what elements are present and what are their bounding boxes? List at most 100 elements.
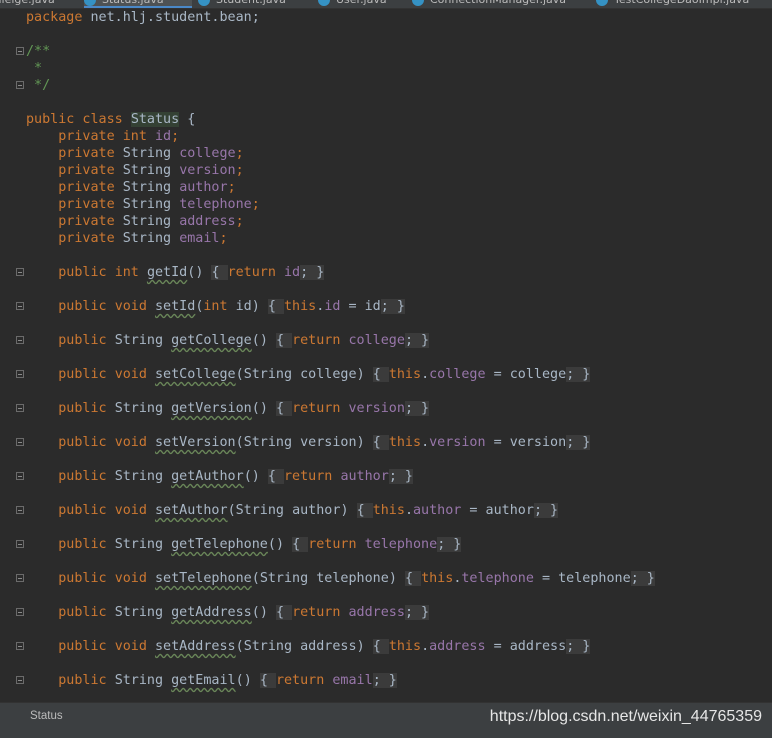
java-class-icon [412,0,424,6]
fold-marker-icon[interactable] [16,642,24,650]
method-line[interactable]: public String getCollege() { return coll… [26,332,430,349]
tab--lleige-java[interactable]: ...lleige.java [0,0,80,8]
fold-marker-icon[interactable] [16,676,24,684]
dot: . [421,435,430,450]
field-line[interactable]: private String author; [26,179,235,196]
status-tool-window-button[interactable]: Status [30,710,63,722]
fold-marker-icon[interactable] [16,506,24,514]
fold-close-brace: ; } [300,265,325,280]
fold-marker-icon[interactable] [16,540,24,548]
tab-connectionmanager-java[interactable]: ConnectionManager.java [412,0,592,8]
field-name: author [340,469,389,484]
method-line[interactable]: public String getVersion() { return vers… [26,400,430,417]
fold-marker-icon[interactable] [16,608,24,616]
method-line[interactable]: public String getAuthor() { return autho… [26,468,413,485]
package-name: net.hlj.student.bean; [82,10,260,25]
field-line[interactable]: private String college; [26,145,243,162]
fold-open-brace: { [267,299,284,314]
fold-marker-icon[interactable] [16,302,24,310]
modifier: public [58,639,115,654]
fold-close-brace: ; } [630,571,655,586]
modifier: public [58,435,115,450]
method-line[interactable]: public String getTelephone() { return te… [26,536,462,553]
comment-line[interactable]: /** [26,43,50,60]
tab-student-java[interactable]: Student.java [198,0,308,8]
modifier: public [58,333,115,348]
method-line[interactable]: public void setCollege(String college) {… [26,366,591,383]
return-type: String [114,469,172,484]
paren: ( [227,503,236,518]
method-line[interactable]: public int getId() { return id; } [26,264,325,281]
fold-open-brace: { [404,571,422,586]
fold-marker-icon[interactable] [16,81,24,89]
field-line[interactable]: private int id; [26,128,179,145]
method-line[interactable]: public String getAddress() { return addr… [26,604,430,621]
fold-marker-icon[interactable] [16,268,24,276]
assignment: = address [485,639,567,654]
code-editor[interactable]: package net.hlj.student.bean; /** * */ pub… [0,9,772,702]
method-line[interactable]: public String getEmail() { return email;… [26,672,397,689]
tab-status-java[interactable]: Status.java [84,0,192,8]
package-line[interactable]: package net.hlj.student.bean; [26,9,260,26]
watermark-text: https://blog.csdn.net/weixin_44765359 [489,708,762,725]
fold-marker-icon[interactable] [16,47,24,55]
fold-open-brace: { [259,673,276,688]
field-name: telephone [364,537,438,552]
field-type: String [122,231,180,246]
fold-marker-icon[interactable] [16,438,24,446]
fold-close-brace: ; } [404,401,430,416]
param-type: int [203,299,236,314]
method-line[interactable]: public void setTelephone(String telephon… [26,570,655,587]
paren: ) [251,299,268,314]
fold-marker-icon[interactable] [16,336,24,344]
fold-marker-icon[interactable] [16,404,24,412]
this-keyword: this [284,299,317,314]
field-name: address [429,639,486,654]
fold-marker-icon[interactable] [16,574,24,582]
paren: ( [235,435,244,450]
comment-line[interactable]: * [26,60,42,77]
field-line[interactable]: private String address; [26,213,243,230]
method-line[interactable]: public void setVersion(String version) {… [26,434,591,451]
return-keyword: return [284,469,341,484]
paren: ( [251,401,260,416]
modifier: private [58,180,123,195]
field-line[interactable]: private String telephone; [26,196,260,213]
fold-close-brace: ; } [566,367,591,382]
tab-user-java[interactable]: User.java [318,0,408,8]
class-declaration-line[interactable]: public class Status { [26,111,195,128]
fold-open-brace: { [267,469,284,484]
method-name: setCollege [155,367,236,382]
field-line[interactable]: private String version; [26,162,243,179]
field-type: String [122,146,180,161]
method-line[interactable]: public void setAddress(String address) {… [26,638,591,655]
method-name: getAddress [171,605,252,620]
field-name: college [348,333,405,348]
field-name: id [155,129,172,144]
tab-label: TestCollegeDaoImpl.java [614,0,749,6]
tab-label: Student.java [216,0,286,6]
assignment: = college [485,367,567,382]
modifier: public [58,571,115,586]
paren: ) [259,401,276,416]
fold-close-brace: ; } [437,537,462,552]
field-type: int [122,129,155,144]
comment-text: /** [26,44,51,59]
fold-marker-icon[interactable] [16,472,24,480]
tab-testcollegedaoimpl-java[interactable]: TestCollegeDaoImpl.java [596,0,772,8]
field-line[interactable]: private String email; [26,230,227,247]
fold-marker-icon[interactable] [16,370,24,378]
param-name: address [300,639,357,654]
method-name: setAddress [155,639,236,654]
method-line[interactable]: public void setAuthor(String author) { t… [26,502,559,519]
this-keyword: this [372,503,405,518]
paren: ) [195,265,212,280]
comment-line[interactable]: */ [26,77,50,94]
method-line[interactable]: public void setId(int id) { this.id = id… [26,298,405,315]
